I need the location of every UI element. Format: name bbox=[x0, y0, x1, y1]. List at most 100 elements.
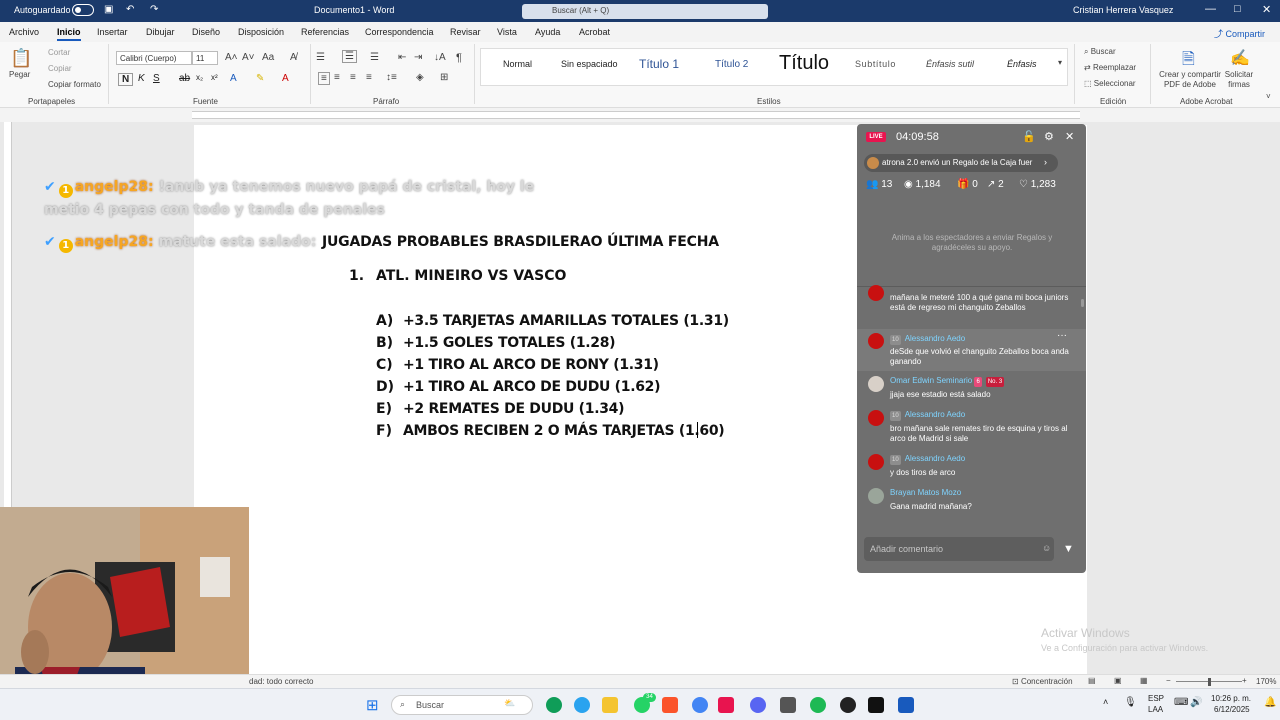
calculator-icon[interactable] bbox=[780, 697, 796, 713]
shading-icon[interactable]: ◈ bbox=[416, 72, 424, 83]
underline-button[interactable]: S bbox=[153, 73, 160, 84]
clear-format-icon[interactable]: A̸ bbox=[290, 52, 297, 63]
style-emphasis[interactable]: Énfasis bbox=[1007, 59, 1037, 69]
tab-insertar[interactable]: Insertar bbox=[97, 27, 128, 37]
network-icon[interactable]: ⌨ bbox=[1174, 697, 1188, 708]
increase-indent-icon[interactable]: ⇥ bbox=[414, 52, 422, 63]
chevron-right-icon[interactable]: › bbox=[1044, 157, 1047, 167]
line-spacing-icon[interactable]: ↕≡ bbox=[386, 72, 397, 83]
tab-vista[interactable]: Vista bbox=[497, 27, 517, 37]
font-name-select[interactable]: Calibri (Cuerpo) bbox=[116, 51, 192, 65]
text-effects-icon[interactable]: A bbox=[230, 73, 237, 84]
align-right-icon[interactable]: ≡ bbox=[350, 72, 356, 83]
tab-acrobat[interactable]: Acrobat bbox=[579, 27, 610, 37]
filter-icon[interactable]: ▼ bbox=[1063, 543, 1074, 555]
redo-icon[interactable]: ↷ bbox=[150, 4, 158, 15]
settings-icon[interactable]: ⚙ bbox=[1044, 130, 1054, 143]
maximize-icon[interactable]: □ bbox=[1234, 3, 1241, 15]
borders-icon[interactable]: ⊞ bbox=[440, 72, 448, 83]
horizontal-ruler[interactable] bbox=[0, 108, 1280, 122]
strikethrough-button[interactable]: ab bbox=[179, 73, 190, 84]
style-subtle-emphasis[interactable]: Énfasis sutil bbox=[926, 59, 974, 69]
telegram-icon[interactable] bbox=[574, 697, 590, 713]
collapse-ribbon-icon[interactable]: ˅ bbox=[1266, 92, 1271, 101]
cut-button[interactable]: Cortar bbox=[48, 48, 70, 57]
zoom-level[interactable]: 170% bbox=[1256, 677, 1276, 686]
select-button[interactable]: ⬚ Seleccionar bbox=[1084, 79, 1136, 88]
autosave-toggle[interactable] bbox=[72, 4, 94, 16]
tab-revisar[interactable]: Revisar bbox=[450, 27, 481, 37]
chrome-icon[interactable] bbox=[692, 697, 708, 713]
focus-mode-button[interactable]: ⊡ Concentración bbox=[1012, 677, 1073, 686]
request-signatures-button[interactable]: Solicitar firmas bbox=[1222, 70, 1256, 90]
tab-dibujar[interactable]: Dibujar bbox=[146, 27, 175, 37]
zoom-in-icon[interactable]: + bbox=[1242, 676, 1247, 685]
share-button[interactable]: ⤴ Compartir bbox=[1214, 27, 1265, 40]
style-heading-1[interactable]: Título 1 bbox=[639, 57, 679, 71]
numbering-icon[interactable]: ☰ bbox=[342, 50, 357, 63]
word-icon[interactable] bbox=[898, 697, 914, 713]
taskbar-search[interactable]: ⌕ Buscar ⛅ bbox=[391, 695, 533, 715]
chat-message[interactable]: 10 Alessandro Aedo ··· deSde que volvió e… bbox=[857, 329, 1086, 371]
tab-referencias[interactable]: Referencias bbox=[301, 27, 349, 37]
windows-start-icon[interactable]: ⊞ bbox=[366, 696, 379, 714]
tiktok-studio-icon[interactable] bbox=[718, 697, 734, 713]
highlight-icon[interactable]: ✎ bbox=[256, 73, 264, 84]
accessibility-status[interactable]: dad: todo correcto bbox=[249, 677, 313, 686]
clock-date[interactable]: 6/12/2025 bbox=[1214, 705, 1250, 714]
notifications-icon[interactable]: 🔔 bbox=[1264, 697, 1276, 708]
print-layout-icon[interactable]: ▣ bbox=[1114, 676, 1122, 685]
multilevel-list-icon[interactable]: ☰ bbox=[370, 52, 379, 63]
subscript-button[interactable]: x₂ bbox=[196, 73, 203, 82]
tray-expand-icon[interactable]: ˄ bbox=[1103, 697, 1108, 707]
lock-icon[interactable]: 🔓 bbox=[1022, 130, 1036, 143]
gift-banner[interactable]: atrona 2.0 envió un Regalo de la Caja fu… bbox=[864, 154, 1058, 172]
styles-more-icon[interactable]: ▾ bbox=[1058, 58, 1062, 67]
clock-time[interactable]: 10:26 p. m. bbox=[1211, 694, 1251, 703]
close-window-icon[interactable]: ✕ bbox=[1262, 3, 1271, 16]
paste-icon[interactable]: 📋 bbox=[10, 48, 32, 69]
style-title[interactable]: Título bbox=[779, 52, 829, 75]
grow-font-icon[interactable]: A˄ bbox=[225, 52, 238, 63]
font-size-select[interactable]: 11 bbox=[192, 51, 218, 65]
microphone-icon[interactable]: 🎙 bbox=[1124, 697, 1137, 708]
sort-icon[interactable]: ↓A bbox=[434, 52, 446, 63]
copy-button[interactable]: Copiar bbox=[48, 64, 72, 73]
bullets-icon[interactable]: ☰ bbox=[316, 52, 325, 63]
read-mode-icon[interactable]: ▤ bbox=[1088, 676, 1096, 685]
title-search-box[interactable]: Buscar (Alt + Q) bbox=[522, 4, 768, 19]
style-no-spacing[interactable]: Sin espaciado bbox=[561, 59, 618, 69]
minimize-icon[interactable]: — bbox=[1205, 3, 1216, 15]
decrease-indent-icon[interactable]: ⇤ bbox=[398, 52, 406, 63]
user-name[interactable]: Cristian Herrera Vasquez bbox=[1073, 5, 1173, 15]
tab-correspondencia[interactable]: Correspondencia bbox=[365, 27, 434, 37]
change-case-icon[interactable]: Aa bbox=[262, 52, 274, 63]
obs-icon[interactable] bbox=[840, 697, 856, 713]
replace-button[interactable]: ⇄ Reemplazar bbox=[1084, 63, 1136, 72]
tab-disposicion[interactable]: Disposición bbox=[238, 27, 284, 37]
align-center-icon[interactable]: ≡ bbox=[334, 72, 340, 83]
input-region[interactable]: LAA bbox=[1148, 705, 1163, 714]
zoom-slider-thumb[interactable] bbox=[1208, 678, 1211, 686]
tab-inicio[interactable]: Inicio bbox=[57, 27, 81, 41]
tab-archivo[interactable]: Archivo bbox=[9, 27, 39, 37]
chat-scrollbar[interactable] bbox=[1081, 299, 1084, 307]
undo-icon[interactable]: ↶ bbox=[126, 4, 134, 15]
align-left-icon[interactable]: ≡ bbox=[318, 72, 330, 85]
italic-button[interactable]: K bbox=[138, 73, 145, 84]
tiktok-icon[interactable] bbox=[868, 697, 884, 713]
web-layout-icon[interactable]: ▦ bbox=[1140, 676, 1148, 685]
paste-button[interactable]: Pegar bbox=[9, 70, 30, 79]
spotify-icon[interactable] bbox=[810, 697, 826, 713]
show-marks-icon[interactable]: ¶ bbox=[456, 52, 462, 64]
style-heading-2[interactable]: Título 2 bbox=[715, 59, 748, 70]
shrink-font-icon[interactable]: A˅ bbox=[242, 52, 255, 63]
font-color-icon[interactable]: A bbox=[282, 73, 289, 84]
file-explorer-icon[interactable] bbox=[602, 697, 618, 713]
edge-icon[interactable] bbox=[546, 697, 562, 713]
tab-diseno[interactable]: Diseño bbox=[192, 27, 220, 37]
create-pdf-button[interactable]: Crear y compartir PDF de Adobe bbox=[1157, 70, 1223, 90]
more-options-icon[interactable]: ··· bbox=[1057, 331, 1067, 341]
save-icon[interactable]: ▣ bbox=[104, 4, 113, 15]
bold-button[interactable]: N bbox=[118, 73, 134, 86]
